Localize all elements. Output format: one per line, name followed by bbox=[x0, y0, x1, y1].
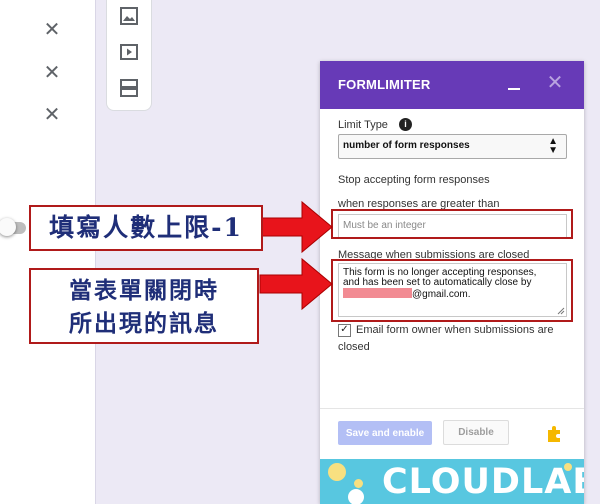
email-owner-label: Email form owner when submissions are bbox=[356, 324, 554, 336]
video-icon[interactable] bbox=[119, 42, 139, 62]
decor-dot bbox=[564, 463, 572, 471]
section-icon[interactable] bbox=[119, 78, 139, 98]
cloudlab-banner: CLOUDLAB bbox=[320, 459, 584, 504]
close-icon[interactable]: ✕ bbox=[43, 62, 61, 82]
puzzle-icon[interactable] bbox=[544, 423, 564, 443]
limit-type-select[interactable]: number of form responses ▲ ▼ bbox=[338, 134, 567, 159]
sidebar-title: FORMLIMITER bbox=[338, 77, 431, 92]
save-and-enable-button[interactable]: Save and enable bbox=[338, 421, 432, 445]
annotation-line: 所出現的訊息 bbox=[69, 310, 219, 337]
arrow-icon bbox=[259, 200, 333, 254]
floating-toolbar bbox=[106, 0, 152, 111]
limit-type-value: number of form responses bbox=[343, 140, 470, 151]
annotation-message: 當表單關閉時 所出現的訊息 bbox=[29, 268, 259, 344]
info-icon[interactable]: i bbox=[399, 118, 412, 131]
disable-button[interactable]: Disable bbox=[443, 420, 509, 445]
arrow-icon bbox=[259, 257, 333, 311]
email-owner-checkbox[interactable]: ✓ bbox=[338, 324, 351, 337]
annotation-line: 當表單關閉時 bbox=[69, 277, 219, 304]
limit-type-label: Limit Type bbox=[338, 119, 388, 131]
banner-text: CLOUDLAB bbox=[382, 462, 584, 502]
annotation-limit: 填寫人數上限-1 bbox=[29, 205, 263, 251]
flask-icon bbox=[348, 489, 364, 504]
email-owner-label-cont: closed bbox=[338, 341, 370, 353]
minimize-icon[interactable] bbox=[506, 73, 524, 91]
select-arrows-icon: ▲ ▼ bbox=[548, 136, 558, 156]
stop-accepting-label: Stop accepting form responses bbox=[338, 174, 490, 186]
close-icon[interactable]: ✕ bbox=[43, 104, 61, 124]
sidebar-header: FORMLIMITER ✕ bbox=[320, 61, 584, 109]
form-question-card: ✕ ✕ ✕ bbox=[0, 0, 96, 504]
close-icon[interactable]: ✕ bbox=[43, 19, 61, 39]
image-icon[interactable] bbox=[119, 6, 139, 26]
close-icon[interactable]: ✕ bbox=[546, 72, 564, 92]
decor-dot bbox=[328, 463, 346, 481]
highlight-box bbox=[331, 259, 573, 322]
highlight-box bbox=[331, 209, 573, 239]
divider bbox=[320, 408, 584, 409]
decor-dot bbox=[354, 479, 363, 488]
